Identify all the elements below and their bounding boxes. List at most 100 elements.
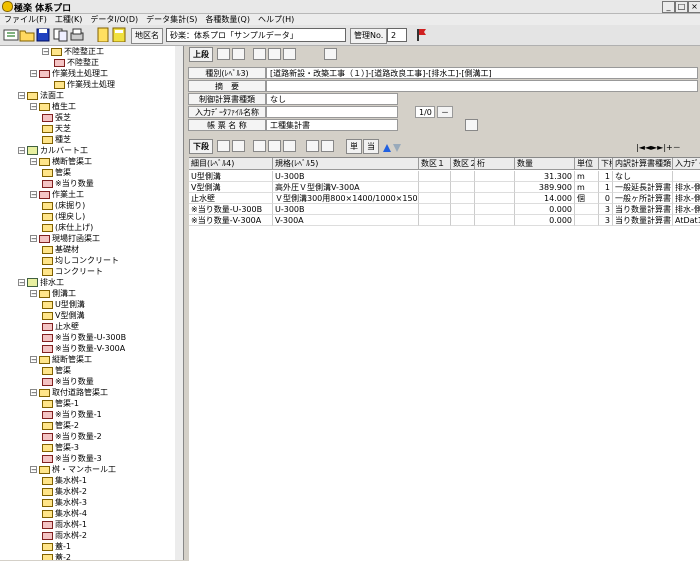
table-cell[interactable]: 0.000 <box>515 204 575 215</box>
table-cell[interactable] <box>451 204 475 215</box>
lower-edit-icon[interactable] <box>217 140 230 152</box>
tree-node[interactable]: (床掘り) <box>42 200 85 211</box>
tree-expander-icon[interactable]: − <box>42 48 49 56</box>
table-cell[interactable]: 個 <box>575 193 599 204</box>
table-cell[interactable] <box>475 182 515 193</box>
grid-icon[interactable] <box>324 48 337 60</box>
input-file-field[interactable] <box>266 106 398 118</box>
column-header[interactable]: 数区２ <box>451 158 475 170</box>
tree-expander-icon[interactable]: − <box>30 158 37 166</box>
tree-node[interactable]: 基礎材 <box>42 244 79 255</box>
print-preview-icon[interactable] <box>268 48 281 60</box>
tree-node[interactable]: (床仕上げ) <box>42 222 93 233</box>
tree-node[interactable]: 管渠-2 <box>42 420 79 431</box>
tree-node[interactable]: 天芝 <box>42 123 71 134</box>
table-cell[interactable]: AtDat1.E <box>673 215 700 226</box>
search-icon[interactable] <box>232 48 245 60</box>
sort-arrows-icon[interactable] <box>382 142 402 153</box>
table-cell[interactable]: 389.900 <box>515 182 575 193</box>
flag-icon[interactable] <box>412 27 428 42</box>
menu-quantity[interactable]: 各種数量(Q) <box>201 14 254 25</box>
tree-node[interactable]: − 不陸整正工 <box>42 46 104 57</box>
table-cell[interactable] <box>575 215 599 226</box>
input-file-clear-button[interactable]: － <box>437 106 453 118</box>
tree-node[interactable]: V型側溝 <box>42 310 84 321</box>
table-cell[interactable] <box>419 182 451 193</box>
table-cell[interactable]: 止水壁 <box>189 193 273 204</box>
tree-node[interactable]: − 桝・マンホール工 <box>30 464 116 475</box>
menu-data-sum[interactable]: データ集計(S) <box>142 14 201 25</box>
table-cell[interactable]: 当り数量計算書 <box>613 215 673 226</box>
tree-node[interactable]: 管渠-3 <box>42 442 79 453</box>
table-cell[interactable]: U-300B <box>273 171 419 182</box>
tree-expander-icon[interactable]: − <box>30 466 37 474</box>
table-cell[interactable] <box>419 171 451 182</box>
table-cell[interactable] <box>475 193 515 204</box>
layout-icon[interactable] <box>283 48 296 60</box>
table-cell[interactable]: 排水-側溝 <box>673 182 700 193</box>
tree-node[interactable]: − 取付道路管渠工 <box>30 387 108 398</box>
lower-print-icon[interactable] <box>268 140 281 152</box>
tree-node[interactable]: − カルバート工 <box>18 145 88 156</box>
column-header[interactable]: 細目(ﾚﾍﾞﾙ4) <box>189 158 273 170</box>
table-cell[interactable]: 排水-側溝 <box>673 204 700 215</box>
tree-node[interactable]: − 側溝工 <box>30 288 76 299</box>
copy-icon[interactable] <box>53 27 69 42</box>
summary-field[interactable] <box>266 80 698 92</box>
tree-node[interactable]: 雨水桝-1 <box>42 519 87 530</box>
tree-node[interactable]: 不陸整正 <box>54 57 99 68</box>
tree-expander-icon[interactable]: − <box>30 191 37 199</box>
table-cell[interactable]: ※当り数量-U-300B <box>189 204 273 215</box>
column-header[interactable]: 入力ﾃﾞｰﾀ <box>673 158 700 170</box>
tree-view-icon[interactable] <box>3 27 19 42</box>
tree-node[interactable]: ※当り数量-1 <box>42 409 102 420</box>
maximize-button[interactable]: □ <box>675 1 688 13</box>
tree-node[interactable]: 蓋-2 <box>42 552 71 560</box>
table-cell[interactable] <box>673 171 700 182</box>
tree-node[interactable]: 集水桝-2 <box>42 486 87 497</box>
lower-excel-icon[interactable] <box>253 140 266 152</box>
tree-expander-icon[interactable]: − <box>30 70 37 78</box>
table-cell[interactable]: V型側溝 <box>189 182 273 193</box>
column-header[interactable]: 下桁 <box>599 158 613 170</box>
tree-expander-icon[interactable]: − <box>18 279 25 287</box>
tree-node[interactable]: U型側溝 <box>42 299 85 310</box>
tree-node[interactable]: 集水桝-3 <box>42 497 87 508</box>
tree-expander-icon[interactable]: − <box>18 92 25 100</box>
tree-node[interactable]: 作業残土処理 <box>54 79 115 90</box>
table-cell[interactable]: m <box>575 182 599 193</box>
nav-add-button[interactable]: + <box>666 143 673 152</box>
nav-first-button[interactable]: |◄ <box>636 143 645 152</box>
tree-node[interactable]: コンクリート <box>42 266 103 277</box>
table-cell[interactable]: 高外圧Ｖ型側溝V-300A <box>273 182 419 193</box>
zoom-in-icon[interactable] <box>306 140 319 152</box>
tree-node[interactable]: ※当り数量-2 <box>42 431 102 442</box>
tree-node[interactable]: − 法面工 <box>18 90 64 101</box>
lower-search-icon[interactable] <box>232 140 245 152</box>
tree-expander-icon[interactable]: − <box>30 290 37 298</box>
doc-icon[interactable] <box>95 27 111 42</box>
table-cell[interactable]: 3 <box>599 204 613 215</box>
open-folder-icon[interactable] <box>19 27 35 42</box>
table-cell[interactable]: 1 <box>599 182 613 193</box>
menu-kouji[interactable]: 工種(K) <box>51 14 87 25</box>
table-cell[interactable] <box>475 171 515 182</box>
menu-file[interactable]: ファイル(F) <box>0 14 51 25</box>
table-cell[interactable] <box>575 204 599 215</box>
nav-last-button[interactable]: ►| <box>657 143 666 152</box>
zoom-out-icon[interactable] <box>321 140 334 152</box>
table-cell[interactable]: V-300A <box>273 215 419 226</box>
tree-node[interactable]: − 横断管渠工 <box>30 156 92 167</box>
tree-node[interactable]: 止水壁 <box>42 321 79 332</box>
table-cell[interactable]: U型側溝 <box>189 171 273 182</box>
tree-node[interactable]: 種芝 <box>42 134 71 145</box>
edit-icon[interactable] <box>217 48 230 60</box>
tree-node[interactable]: − 作業残土処理工 <box>30 68 108 79</box>
tree-node[interactable]: ※当り数量-3 <box>42 453 102 464</box>
table-cell[interactable]: 当り数量計算書 <box>613 204 673 215</box>
tree-node[interactable]: 管渠-1 <box>42 398 79 409</box>
book-name-field[interactable]: 工種集計書 <box>266 119 398 131</box>
control-type-select[interactable]: なし <box>266 93 398 105</box>
table-cell[interactable]: 1 <box>599 171 613 182</box>
tree-expander-icon[interactable]: − <box>30 356 37 364</box>
